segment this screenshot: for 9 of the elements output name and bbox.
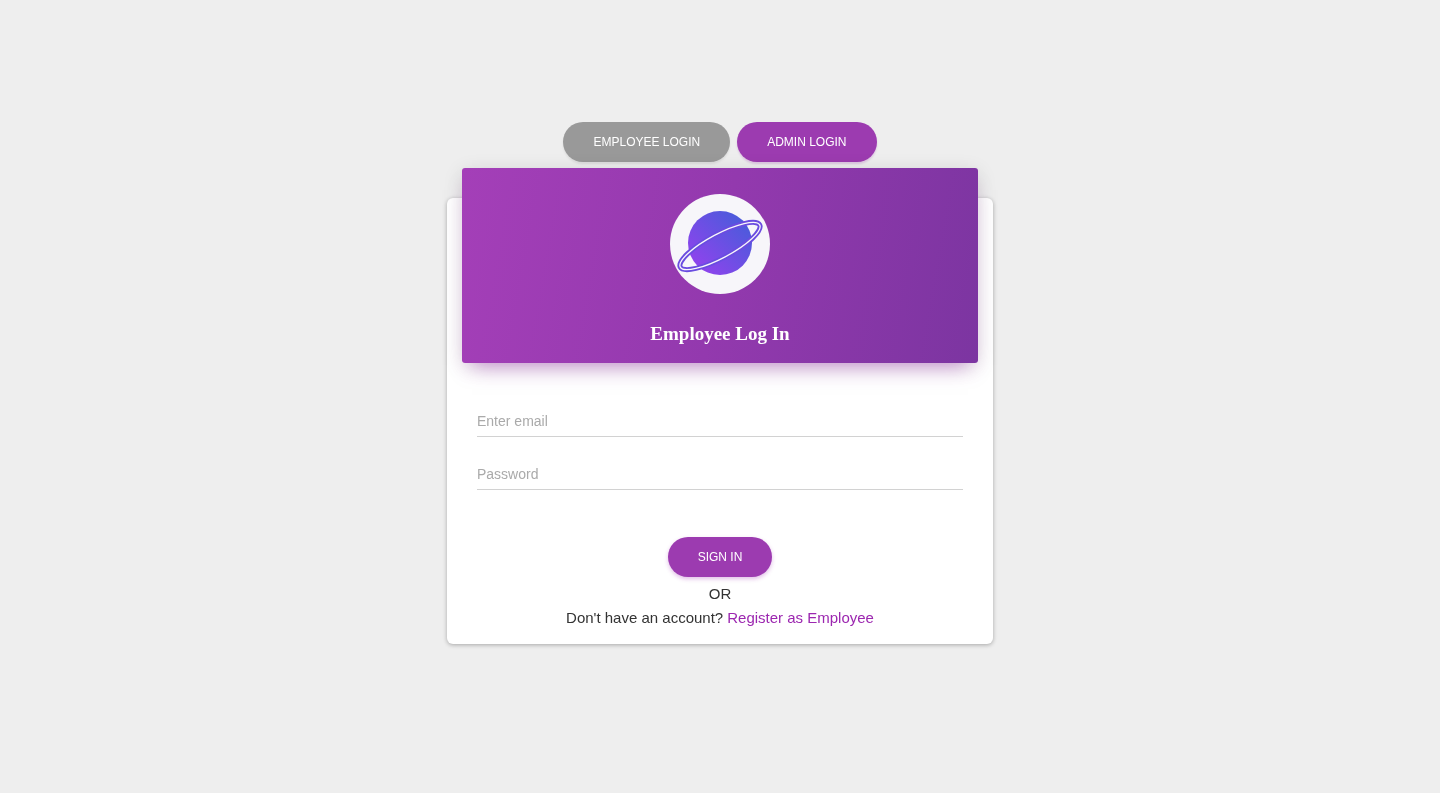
login-tab[interactable]: ADMIN LOGIN xyxy=(737,122,877,162)
card-title: Employee Log In xyxy=(650,322,790,346)
sign-in-button[interactable]: SIGN IN xyxy=(668,537,772,577)
input-field[interactable]: Password xyxy=(477,458,963,490)
input-field[interactable]: Enter email xyxy=(477,405,963,437)
register-prompt: Don't have an account? xyxy=(566,609,724,627)
planet-logo-icon xyxy=(670,194,770,294)
or-separator-text: OR xyxy=(708,585,732,603)
register-link[interactable]: Register as Employee xyxy=(727,609,874,627)
